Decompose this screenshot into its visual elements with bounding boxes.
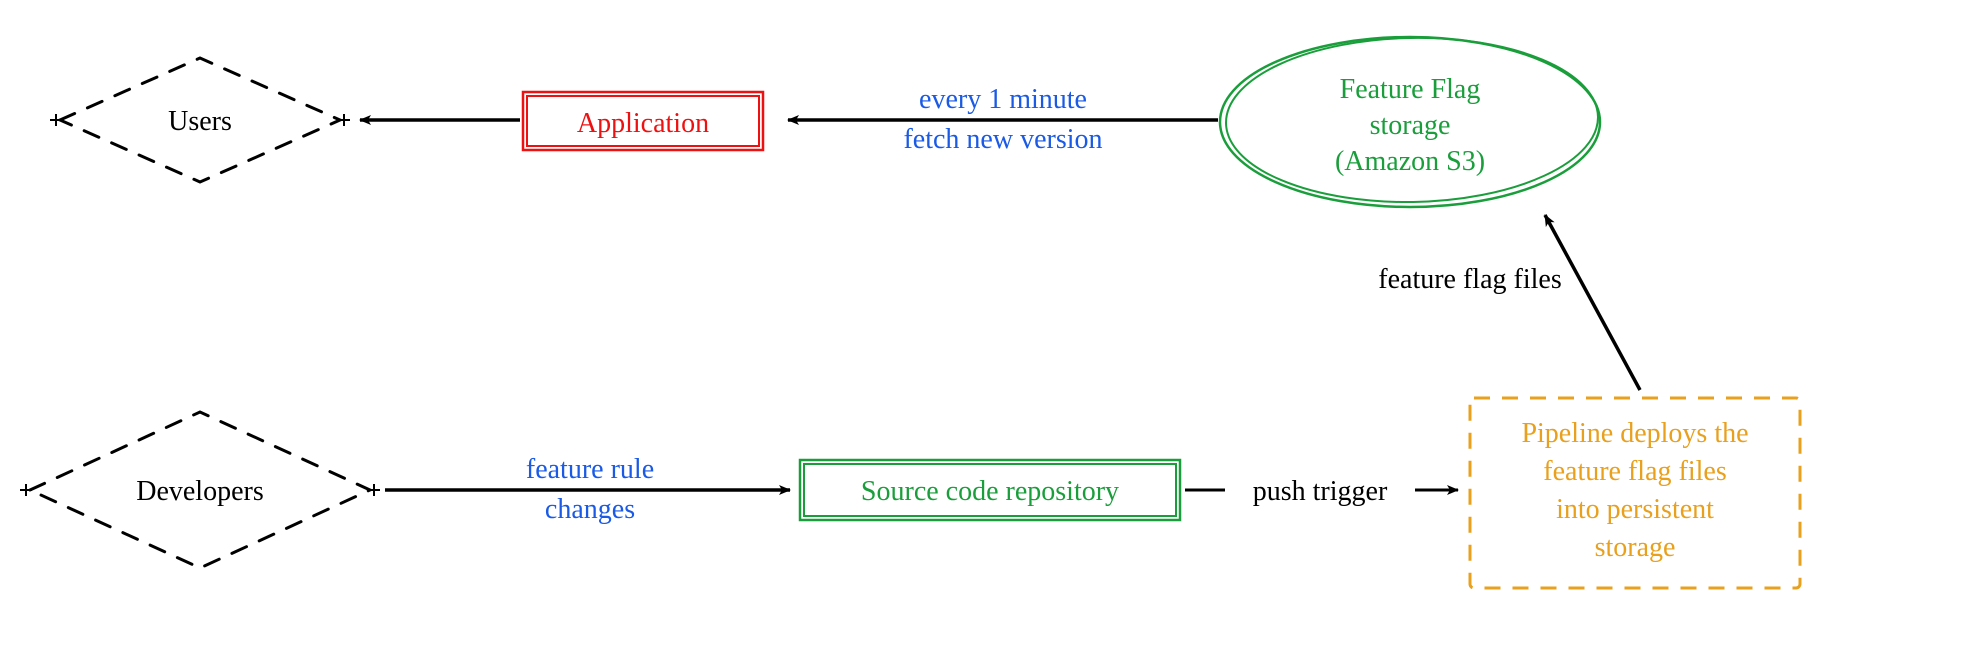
arrow-dev-to-repo: feature rule changes (385, 454, 790, 525)
storage-node: Feature Flag storage (Amazon S3) (1220, 35, 1600, 207)
pipeline-line4: storage (1595, 532, 1676, 563)
developers-label: Developers (136, 476, 264, 507)
pipeline-line1: Pipeline deploys the (1521, 418, 1748, 449)
arrow-repo-to-pipeline: push trigger (1185, 476, 1458, 507)
storage-line3: (Amazon S3) (1335, 146, 1485, 177)
arrow-storage-to-app: every 1 minute fetch new version (788, 84, 1218, 155)
arrow-pipeline-to-storage: feature flag files (1378, 215, 1640, 390)
storage-line2: storage (1370, 110, 1451, 141)
pipeline-line3: into persistent (1556, 494, 1714, 525)
edge-dev-repo-line2: changes (545, 494, 635, 525)
application-label: Application (577, 108, 709, 139)
repo-label: Source code repository (861, 476, 1119, 507)
edge-dev-repo-line1: feature rule (526, 454, 654, 485)
developers-node: Developers (20, 412, 380, 568)
edge-pipeline-storage-label: feature flag files (1378, 264, 1561, 295)
storage-line1: Feature Flag (1340, 74, 1481, 105)
pipeline-node: Pipeline deploys the feature flag files … (1470, 398, 1800, 588)
edge-repo-pipeline-label: push trigger (1253, 476, 1388, 507)
edge-storage-app-line2: fetch new version (903, 124, 1102, 155)
edge-storage-app-line1: every 1 minute (919, 84, 1087, 115)
users-label: Users (168, 106, 232, 137)
application-node: Application (523, 92, 763, 150)
repo-node: Source code repository (800, 460, 1180, 520)
users-node: Users (50, 58, 350, 182)
pipeline-line2: feature flag files (1543, 456, 1726, 487)
